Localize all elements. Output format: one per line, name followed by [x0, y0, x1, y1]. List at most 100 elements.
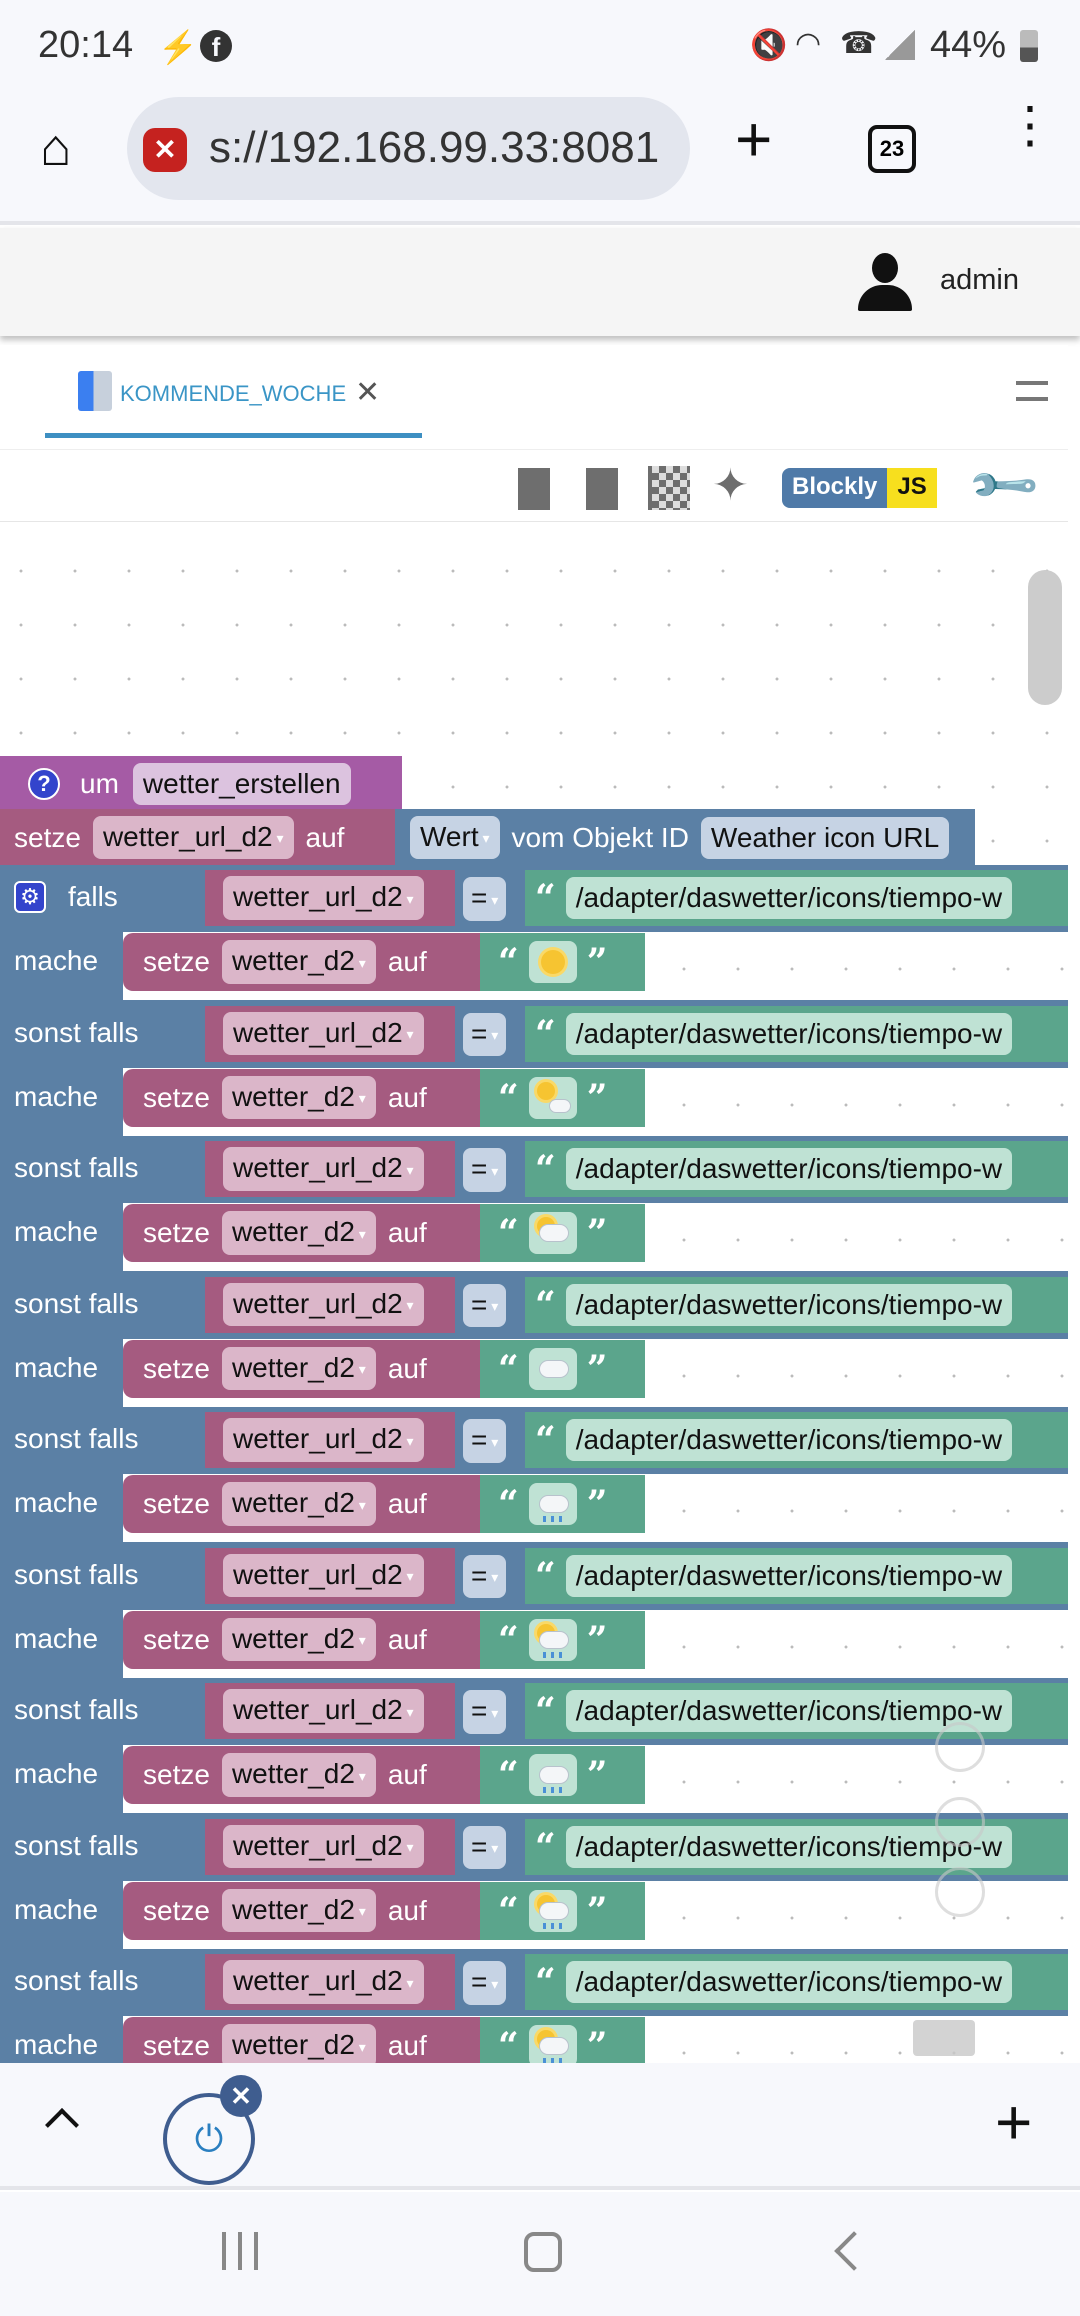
- operator-dropdown[interactable]: =: [463, 1012, 507, 1057]
- weather-text-block[interactable]: “”: [480, 1475, 645, 1533]
- text-literal-block[interactable]: “/adapter/daswetter/icons/tiempo-w: [525, 1547, 1068, 1604]
- operator-dropdown[interactable]: =: [463, 1690, 507, 1734]
- operator-dropdown[interactable]: =: [463, 1283, 507, 1328]
- set-url-block[interactable]: setze wetter_url_d2 auf: [0, 809, 398, 866]
- address-bar[interactable]: ✕ s://192.168.99.33:8081: [127, 97, 690, 200]
- blockly-js-toggle[interactable]: Blockly JS: [782, 468, 937, 508]
- variable-dropdown[interactable]: wetter_d2: [221, 1075, 376, 1120]
- compare-variable-block[interactable]: wetter_url_d2: [205, 1005, 455, 1062]
- property-dropdown[interactable]: Wert: [410, 815, 500, 860]
- get-object-value-block[interactable]: Wert vom Objekt ID Weather icon URL: [395, 809, 975, 866]
- zoom-out-icon[interactable]: [935, 1867, 985, 1917]
- tab-kommende-woche[interactable]: KOMMENDE_WOCHE ✕: [45, 345, 422, 438]
- operator-dropdown[interactable]: =: [463, 1148, 507, 1192]
- set-variable-block[interactable]: setze wetter_d2 auf: [123, 1475, 483, 1533]
- text-literal-block[interactable]: “/adapter/daswetter/icons/tiempo-w: [525, 1818, 1068, 1875]
- procedure-block[interactable]: ? um wetter_erstellen: [0, 756, 402, 812]
- variable-dropdown[interactable]: wetter_d2: [221, 1346, 376, 1391]
- variable-dropdown[interactable]: wetter_d2: [221, 1617, 376, 1662]
- home-icon[interactable]: ⌂: [40, 118, 71, 178]
- home-nav-icon[interactable]: [524, 2232, 562, 2272]
- weather-text-block[interactable]: “”: [480, 1339, 645, 1398]
- set-variable-block[interactable]: setze wetter_d2 auf: [123, 933, 483, 991]
- compare-variable-block[interactable]: wetter_url_d2: [205, 1683, 455, 1739]
- set-variable-block[interactable]: setze wetter_d2 auf: [123, 1068, 483, 1127]
- url-text-field[interactable]: /adapter/daswetter/icons/tiempo-w: [565, 1554, 1013, 1597]
- checkered-flag-icon[interactable]: [648, 466, 690, 510]
- vertical-scrollbar[interactable]: [1028, 570, 1062, 705]
- zoom-in-icon[interactable]: [935, 1797, 985, 1847]
- tab-count-button[interactable]: 23: [868, 125, 916, 173]
- if-block[interactable]: ⚙fallswetter_url_d2=“/adapter/daswetter/…: [0, 865, 1068, 2063]
- text-literal-block[interactable]: “/adapter/daswetter/icons/tiempo-w: [525, 1412, 1068, 1468]
- wrench-icon[interactable]: 🔧: [964, 446, 1043, 525]
- more-menu-icon[interactable]: ⋮: [1005, 100, 1055, 150]
- operator-dropdown[interactable]: =: [463, 1554, 507, 1599]
- url-text-field[interactable]: /adapter/daswetter/icons/tiempo-w: [565, 1961, 1013, 2003]
- trash-icon[interactable]: [913, 2020, 975, 2056]
- variable-dropdown[interactable]: wetter_url_d2: [223, 1282, 424, 1327]
- weather-text-block[interactable]: “”: [480, 1746, 645, 1804]
- menu-icon[interactable]: [1016, 381, 1048, 401]
- compare-variable-block[interactable]: wetter_url_d2: [205, 1954, 455, 2010]
- blockly-workspace[interactable]: ? um wetter_erstellen setze wetter_url_d…: [0, 522, 1068, 2063]
- variable-dropdown[interactable]: wetter_d2: [221, 1211, 376, 1255]
- variable-dropdown[interactable]: wetter_d2: [221, 940, 376, 984]
- close-tab-icon[interactable]: ✕: [355, 375, 380, 410]
- compare-variable-block[interactable]: wetter_url_d2: [205, 870, 455, 926]
- weather-text-block[interactable]: “”: [480, 2017, 645, 2063]
- variable-dropdown[interactable]: wetter_url_d2: [223, 1011, 424, 1056]
- url-text-field[interactable]: /adapter/daswetter/icons/tiempo-w: [565, 1012, 1013, 1055]
- set-variable-block[interactable]: setze wetter_d2 auf: [123, 2017, 483, 2063]
- variable-dropdown[interactable]: wetter_url_d2: [223, 876, 424, 920]
- object-id-field[interactable]: Weather icon URL: [700, 816, 950, 859]
- new-tab-icon[interactable]: +: [735, 102, 772, 176]
- variable-dropdown[interactable]: wetter_d2: [221, 1888, 376, 1933]
- variable-dropdown[interactable]: wetter_d2: [221, 1753, 376, 1797]
- gear-icon[interactable]: ⚙: [14, 881, 46, 913]
- text-literal-block[interactable]: “/adapter/daswetter/icons/tiempo-w: [525, 1276, 1068, 1333]
- username[interactable]: admin: [940, 264, 1019, 297]
- weather-text-block[interactable]: “”: [480, 1204, 645, 1262]
- compare-variable-block[interactable]: wetter_url_d2: [205, 1412, 455, 1468]
- set-variable-block[interactable]: setze wetter_d2 auf: [123, 1881, 483, 1940]
- text-literal-block[interactable]: “/adapter/daswetter/icons/tiempo-w: [525, 1683, 1068, 1739]
- url-text[interactable]: s://192.168.99.33:8081: [209, 123, 669, 173]
- url-text-field[interactable]: /adapter/daswetter/icons/tiempo-w: [565, 1283, 1013, 1326]
- user-icon[interactable]: [858, 253, 912, 311]
- recents-icon[interactable]: [222, 2232, 258, 2270]
- set-variable-block[interactable]: setze wetter_d2 auf: [123, 1204, 483, 1262]
- close-tab-badge-icon[interactable]: ✕: [220, 2075, 262, 2117]
- variable-dropdown[interactable]: wetter_url_d2: [223, 1147, 424, 1191]
- operator-dropdown[interactable]: =: [463, 1825, 507, 1870]
- set-variable-block[interactable]: setze wetter_d2 auf: [123, 1746, 483, 1804]
- compare-variable-block[interactable]: wetter_url_d2: [205, 1547, 455, 1604]
- variable-dropdown[interactable]: wetter_url_d2: [223, 1553, 424, 1598]
- url-text-field[interactable]: /adapter/daswetter/icons/tiempo-w: [565, 1419, 1013, 1461]
- variable-dropdown[interactable]: wetter_url_d2: [223, 1824, 424, 1869]
- weather-text-block[interactable]: “”: [480, 1881, 645, 1940]
- set-variable-block[interactable]: setze wetter_d2 auf: [123, 1610, 483, 1669]
- compare-variable-block[interactable]: wetter_url_d2: [205, 1818, 455, 1875]
- sparkle-icon[interactable]: ✦: [712, 460, 749, 511]
- operator-dropdown[interactable]: =: [463, 1419, 507, 1463]
- back-icon[interactable]: [834, 2231, 874, 2271]
- operator-dropdown[interactable]: =: [463, 877, 507, 921]
- weather-text-block[interactable]: “”: [480, 933, 645, 991]
- variable-dropdown[interactable]: wetter_url_d2: [223, 1418, 424, 1462]
- text-literal-block[interactable]: “/adapter/daswetter/icons/tiempo-w: [525, 870, 1068, 926]
- text-literal-block[interactable]: “/adapter/daswetter/icons/tiempo-w: [525, 1141, 1068, 1197]
- procedure-name-field[interactable]: wetter_erstellen: [132, 763, 351, 805]
- variable-dropdown[interactable]: wetter_url_d2: [223, 1960, 424, 2004]
- set-variable-block[interactable]: setze wetter_d2 auf: [123, 1339, 483, 1398]
- chevron-up-icon[interactable]: [45, 2108, 79, 2142]
- variable-dropdown[interactable]: wetter_d2: [221, 1482, 376, 1526]
- url-text-field[interactable]: /adapter/daswetter/icons/tiempo-w: [565, 877, 1013, 919]
- variable-dropdown[interactable]: wetter_url_d2: [92, 815, 294, 860]
- insecure-icon[interactable]: ✕: [143, 128, 187, 172]
- add-icon[interactable]: +: [995, 2085, 1032, 2159]
- help-icon[interactable]: ?: [28, 768, 60, 800]
- import-icon[interactable]: [586, 468, 618, 510]
- recenter-icon[interactable]: [935, 1722, 985, 1772]
- export-icon[interactable]: [518, 468, 550, 510]
